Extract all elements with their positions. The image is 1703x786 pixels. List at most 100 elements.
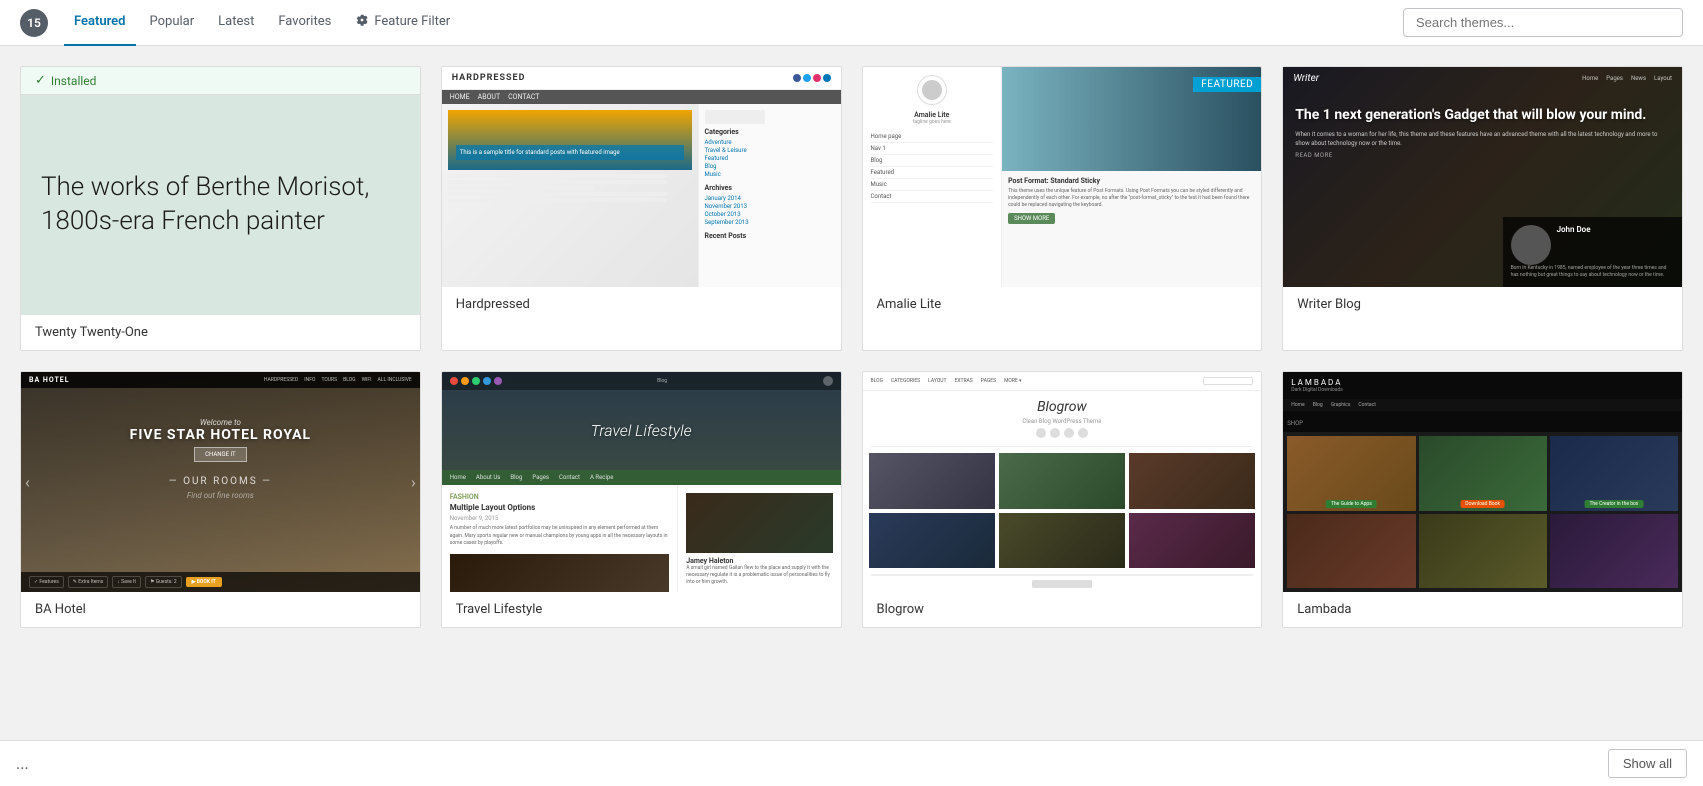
tab-popular[interactable]: Popular [140,0,205,46]
amalie-tagline: tagline goes here [871,119,994,125]
theme-grid: ✓ Installed The works of Berthe Morisot,… [0,46,1703,648]
amalie-nav-home: Home page [871,131,994,143]
travel-hero-title: Travel Lifestyle [591,421,692,440]
bahotel-prev-arrow[interactable]: ‹ [25,473,30,492]
featured-badge-amalie: FEATURED [1193,77,1261,92]
amalie-nav-2: Blog [871,155,994,167]
blogrow-nav-pages: PAGES [981,378,996,384]
amalie-logo [917,75,947,105]
bahotel-guests: ⚑ Guests: 2 [145,576,182,588]
theme-card-travel[interactable]: Blog Travel Lifestyle Home About Us Blog… [441,371,842,628]
show-all-button[interactable]: Show all [1608,749,1687,778]
blogrow-img-5 [999,513,1125,569]
theme-card-writer-blog[interactable]: Writer Home Pages News Layout The 1 next… [1282,66,1683,351]
installed-badge: ✓ Installed [21,67,420,95]
lambada-cell-6 [1550,514,1678,589]
theme-card-hardpressed[interactable]: HARDPRESSED HOME ABOUT CONTACT [441,66,842,351]
travel-blog-nav: Blog [657,378,667,384]
blogrow-img-1 [869,453,995,509]
writer-aside: John Doe Born in Kentucky in 1985, named… [1503,217,1682,287]
theme-preview-blogrow: BLOG CATEGORIES LAYOUT EXTRAS PAGES MORE… [863,372,1262,592]
writer-aside-bio: Born in Kentucky in 1985, named employee… [1511,265,1674,279]
writer-logo: Writer [1293,73,1319,84]
blogrow-grid-5 [999,513,1125,569]
blogrow-grid [863,447,1262,574]
blogrow-grid-3 [1129,453,1255,509]
theme-name-hardpressed: Hardpressed [442,287,841,322]
lambada-cell-4 [1287,514,1415,589]
blogrow-nav-extra: EXTRAS [955,378,973,384]
bahotel-features: ✓ Features [29,576,64,588]
theme-twentyone-text: The works of Berthe Morisot, 1800s-era F… [41,171,400,239]
bahotel-nav-5: WIFI [362,377,372,383]
theme-name-twenty-twenty-one: Twenty Twenty-One [21,315,420,350]
bahotel-book-btn[interactable]: ▶ BOOK IT [186,577,222,587]
travel-dot-1 [450,377,458,385]
amalie-logo-img [922,80,942,100]
search-themes-input[interactable] [1403,8,1683,37]
lambada-shop-label: SHOP [1283,411,1682,432]
travel-author-name: Jamey Haleton [686,557,832,565]
hp-nav-contact: CONTACT [508,93,539,101]
writer-aside-avatar [1511,225,1551,265]
travel-hero: Travel Lifestyle [442,390,841,470]
amalie-nav-5: Contact [871,191,994,203]
amalie-more-btn[interactable]: SHOW MORE [1008,213,1055,224]
travel-author-bio: A small girl named Gailan flew to the pl… [686,565,832,586]
hp-body: This is a sample title for standard post… [442,104,841,287]
tab-featured[interactable]: Featured [64,0,136,46]
travel-social-dots [450,377,502,385]
blogrow-nav-layout: LAYOUT [928,378,946,384]
lambada-nav-graphics: Graphics [1331,402,1351,408]
bahotel-arrows: ‹ › [21,473,420,492]
theme-writer-bg: Writer Home Pages News Layout The 1 next… [1283,67,1682,287]
blogrow-load-more [863,576,1262,592]
hp-cat-1: Adventure [705,139,835,146]
amalie-nav-3: Featured [871,167,994,179]
hp-recent-title: Recent Posts [705,232,835,240]
theme-card-ba-hotel[interactable]: BA HOTEL HARDPRESSED INFO TOURS BLOG WIF… [20,371,421,628]
amalie-nav-1: Nav 1 [871,143,994,155]
theme-bahotel-bg: BA HOTEL HARDPRESSED INFO TOURS BLOG WIF… [21,372,420,592]
blogrow-gp [1064,428,1074,438]
lambada-nav: Home Blog Graphics Contact [1283,399,1682,411]
writer-nav: Home Pages News Layout [1582,75,1672,82]
tab-latest[interactable]: Latest [208,0,264,46]
hp-text-2 [448,180,667,184]
hp-arch-1: January 2014 [705,195,835,202]
theme-card-lambada[interactable]: LAMBADA Dark Digital Downloads Home Blog… [1282,371,1683,628]
hp-social [793,74,831,82]
theme-name-travel: Travel Lifestyle [442,592,841,627]
hp-recent-posts: Recent Posts [705,232,835,240]
tab-feature-filter[interactable]: Feature Filter [345,0,460,46]
theme-card-twenty-twenty-one[interactable]: ✓ Installed The works of Berthe Morisot,… [20,66,421,351]
theme-lambada-bg: LAMBADA Dark Digital Downloads Home Blog… [1283,372,1682,592]
theme-name-lambada: Lambada [1283,592,1682,627]
theme-name-writer: Writer Blog [1283,287,1682,322]
theme-card-blogrow[interactable]: BLOG CATEGORIES LAYOUT EXTRAS PAGES MORE… [862,371,1263,628]
writer-hero-title: The 1 next generation's Gadget that will… [1295,106,1670,124]
theme-blogrow-bg: BLOG CATEGORIES LAYOUT EXTRAS PAGES MORE… [863,372,1262,592]
theme-card-amalie-lite[interactable]: FEATURED Amalie Lite tagline goes here H… [862,66,1263,351]
travel-content-side: Jamey Haleton A small girl named Gailan … [677,485,840,592]
lambada-btn-1: The Guide to Apps [1326,500,1377,508]
travel-dot-3 [472,377,480,385]
bahotel-cta[interactable]: CHANGE IT [194,447,247,462]
tab-favorites[interactable]: Favorites [268,0,341,46]
amalie-content: Post Format: Standard Sticky This theme … [1002,171,1261,287]
travel-content: FASHION Multiple Layout Options November… [442,485,841,592]
lambada-tagline: Dark Digital Downloads [1291,387,1343,393]
lambada-btn-2: Download Book [1460,500,1505,508]
bahotel-title: FIVE STAR HOTEL ROYAL [31,427,410,443]
blogrow-nav-blog: BLOG [871,378,884,384]
writer-hero-text: When it comes to a woman for her life, t… [1295,130,1670,148]
theme-preview-travel: Blog Travel Lifestyle Home About Us Blog… [442,372,841,592]
theme-amalie-bg: Amalie Lite tagline goes here Home page … [863,67,1262,287]
hp-featured-overlay: This is a sample title for standard post… [456,145,684,160]
hp-instagram [813,74,821,82]
lambada-img-5 [1419,514,1547,589]
bahotel-next-arrow[interactable]: › [411,473,416,492]
hp-facebook [793,74,801,82]
blogrow-nav: BLOG CATEGORIES LAYOUT EXTRAS PAGES MORE… [863,372,1262,391]
blogrow-fb [1036,428,1046,438]
